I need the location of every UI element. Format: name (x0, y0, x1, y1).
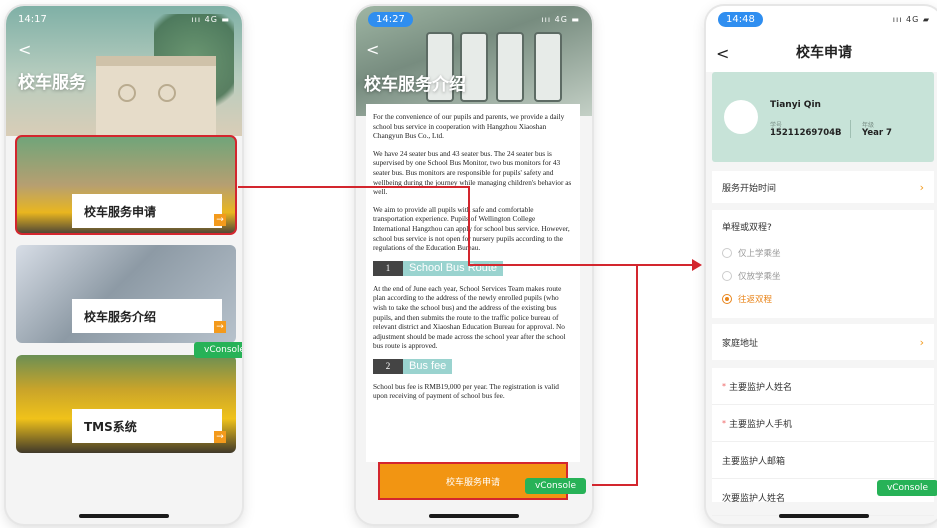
card-bus-introduction[interactable]: 校车服务介绍 → (16, 245, 236, 343)
vconsole-button[interactable]: vConsole (876, 480, 937, 496)
page-header: 校车申请 (706, 32, 937, 72)
primary-guardian-name-field[interactable]: * 主要监护人姓名 (712, 368, 934, 405)
signal-battery-icon: ııı 4G ▰ (892, 14, 930, 24)
back-arrow-icon[interactable]: < (716, 44, 729, 63)
page-title: 校车申请 (796, 45, 852, 61)
phone-bus-application-form: 14:48 ııı 4G ▰ 校车申请 < Tianyi Qin 学号 1521… (706, 6, 937, 524)
signal-battery-icon: ııı 4G ▬ (541, 14, 580, 24)
radio-label: 仅上学乘坐 (738, 248, 781, 259)
intro-article: For the convenience of our pupils and pa… (366, 104, 580, 462)
card-label: 校车服务申请 (72, 194, 222, 228)
section-title: Bus fee (403, 358, 453, 374)
arrow-right-icon: → (214, 321, 226, 333)
field-label: 主要监护人邮箱 (722, 456, 786, 467)
home-indicator (779, 514, 869, 518)
status-bar: 14:48 ııı 4G ▰ (706, 6, 937, 32)
section-body: School bus fee is RMB19,000 per year. Th… (373, 381, 559, 401)
section-heading-fee: 2 Bus fee (373, 358, 573, 374)
section-number: 1 (373, 260, 403, 276)
card-label: 校车服务介绍 (72, 299, 222, 333)
trip-question: 单程或双程? (722, 223, 772, 233)
home-address-row[interactable]: 家庭地址 › (712, 324, 934, 360)
status-bar: 14:17 ııı 4G ▬ (6, 6, 242, 32)
arrow-right-icon: → (214, 431, 226, 443)
vconsole-button[interactable]: vConsole (524, 478, 586, 494)
student-profile-card: Tianyi Qin 学号 15211269704B 年级 Year 7 (712, 72, 934, 162)
field-label: 主要监护人姓名 (729, 382, 793, 393)
page-title: 校车服务 (18, 73, 86, 93)
flow-connector (468, 186, 470, 266)
status-time: 14:27 (368, 11, 413, 27)
intro-paragraph: We have 24 seater bus and 43 seater bus.… (373, 148, 572, 197)
student-id: 15211269704B (770, 128, 842, 138)
signal-battery-icon: ııı 4G ▬ (191, 14, 230, 24)
section-body: At the end of June each year, School Ser… (373, 283, 566, 351)
divider (850, 120, 851, 138)
avatar (724, 100, 758, 134)
vconsole-button[interactable]: vConsole (194, 342, 242, 358)
row-label: 服务开始时间 (722, 183, 777, 194)
radio-morning-only[interactable]: 仅上学乘坐 (722, 241, 924, 264)
row-label: 家庭地址 (722, 338, 759, 349)
card-tms-system[interactable]: TMS系统 → (16, 355, 236, 453)
primary-guardian-phone-field[interactable]: * 主要监护人手机 (712, 405, 934, 442)
chevron-right-icon: › (919, 180, 924, 194)
arrow-right-icon: → (214, 214, 226, 226)
home-indicator (429, 514, 519, 518)
service-start-time-row[interactable]: 服务开始时间 › (712, 171, 934, 203)
radio-label: 仅放学乘坐 (738, 271, 781, 282)
home-indicator (79, 514, 169, 518)
field-label: 主要监护人手机 (729, 419, 793, 430)
status-time: 14:17 (18, 13, 47, 25)
phone-school-bus-service: 14:17 ııı 4G ▬ < 校车服务 校车服务申请 → 校车服务介绍 → … (6, 6, 242, 524)
arrow-head-icon (692, 259, 702, 271)
flow-connector (636, 264, 638, 486)
trip-type-group: 单程或双程? 仅上学乘坐 仅放学乘坐 往返双程 (712, 210, 934, 318)
card-bus-application[interactable]: 校车服务申请 → (15, 135, 237, 235)
radio-afternoon-only[interactable]: 仅放学乘坐 (722, 264, 924, 287)
radio-selected-icon (722, 293, 732, 304)
intro-paragraph: We aim to provide all pupils with safe a… (373, 204, 570, 253)
flow-connector (468, 264, 698, 266)
intro-paragraph: For the convenience of our pupils and pa… (373, 112, 565, 141)
back-arrow-icon[interactable]: < (366, 40, 379, 59)
chevron-right-icon: › (919, 335, 924, 349)
field-label: 次要监护人姓名 (722, 493, 786, 504)
card-label: TMS系统 (72, 409, 222, 443)
back-arrow-icon[interactable]: < (18, 40, 31, 59)
status-bar: 14:27 ııı 4G ▬ (356, 6, 592, 32)
section-title: School Bus Route (403, 260, 504, 276)
flow-connector (592, 484, 638, 486)
radio-circle-icon (722, 247, 732, 258)
page-title: 校车服务介绍 (364, 75, 466, 95)
radio-circle-icon (722, 270, 732, 281)
student-name: Tianyi Qin (770, 100, 821, 110)
section-number: 2 (373, 358, 403, 374)
flow-connector (238, 186, 470, 188)
status-time: 14:48 (718, 11, 763, 27)
primary-guardian-email-field[interactable]: 主要监护人邮箱 (712, 442, 934, 479)
section-heading-route: 1 School Bus Route (373, 260, 573, 276)
radio-label: 往返双程 (738, 294, 773, 305)
radio-round-trip[interactable]: 往返双程 (722, 287, 924, 310)
grade-value: Year 7 (862, 128, 892, 138)
